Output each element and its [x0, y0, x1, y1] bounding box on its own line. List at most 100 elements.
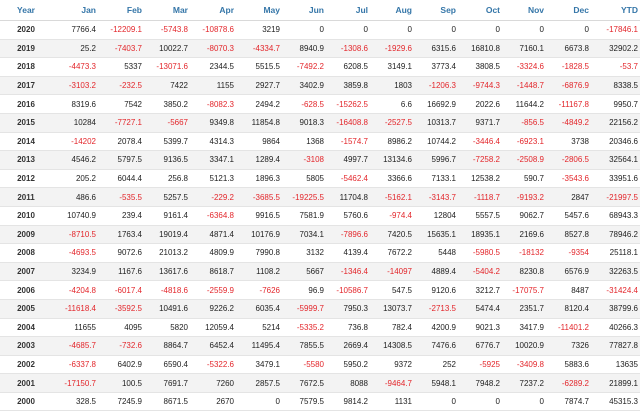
value-cell: 10022.7	[144, 39, 190, 59]
value-cell: -11167.8	[546, 94, 591, 114]
value-cell: 5557.5	[458, 206, 502, 226]
value-cell: 12538.2	[458, 169, 502, 189]
value-cell: 5457.6	[546, 206, 591, 226]
value-cell: 9814.2	[326, 392, 370, 412]
year-cell: 2001	[0, 373, 52, 393]
value-cell: 18935.1	[458, 225, 502, 245]
value-cell: 7160.1	[502, 39, 546, 59]
value-cell: 328.5	[52, 392, 98, 412]
value-cell: 9018.3	[282, 113, 326, 133]
value-cell: 7855.5	[282, 336, 326, 356]
value-cell: 9372	[370, 355, 414, 375]
value-cell: -3685.5	[236, 187, 282, 207]
column-header-jul[interactable]: Jul	[326, 0, 370, 21]
value-cell: 0	[414, 392, 458, 412]
value-cell: 25118.1	[591, 243, 640, 263]
column-header-feb[interactable]: Feb	[98, 0, 144, 21]
value-cell: -7403.7	[98, 39, 144, 59]
value-cell: -5925	[458, 355, 502, 375]
value-cell: -5462.4	[326, 169, 370, 189]
column-header-oct[interactable]: Oct	[458, 0, 502, 21]
value-cell: -21997.5	[591, 187, 640, 207]
value-cell: -5322.6	[190, 355, 236, 375]
table-row: 2009 -8710.5 1763.4 19019.4 4871.4 10176.9 703…	[0, 225, 640, 245]
value-cell: 9349.8	[190, 113, 236, 133]
column-header-may[interactable]: May	[236, 0, 282, 21]
value-cell: 13617.6	[144, 262, 190, 282]
column-header-year[interactable]: Year	[0, 0, 52, 21]
value-cell: 0	[502, 392, 546, 412]
value-cell: -1448.7	[502, 76, 546, 96]
value-cell: 5257.5	[144, 187, 190, 207]
value-cell: 33951.6	[591, 169, 640, 189]
table-row: 2015 10284 -7727.1 -5667 9349.8 11854.8 9018.3…	[0, 113, 640, 133]
value-cell: 9136.5	[144, 150, 190, 170]
value-cell: -2713.5	[414, 299, 458, 319]
value-cell: 9161.4	[144, 206, 190, 226]
table-row: 2007 3234.9 1167.6 13617.6 8618.7 1108.2 5667-…	[0, 262, 640, 282]
value-cell: 21899.1	[591, 373, 640, 393]
value-cell: -6876.9	[546, 76, 591, 96]
value-cell: 7766.4	[52, 20, 98, 40]
value-cell: 7581.9	[282, 206, 326, 226]
value-cell: 6776.7	[458, 336, 502, 356]
value-cell: 256.8	[144, 169, 190, 189]
value-cell: 13073.7	[370, 299, 414, 319]
column-header-jan[interactable]: Jan	[52, 0, 98, 21]
value-cell: 38799.6	[591, 299, 640, 319]
column-header-dec[interactable]: Dec	[546, 0, 591, 21]
value-cell: 9021.3	[458, 318, 502, 338]
column-header-mar[interactable]: Mar	[144, 0, 190, 21]
value-cell: 4889.4	[414, 262, 458, 282]
value-cell: -16408.8	[326, 113, 370, 133]
value-cell: 6452.4	[190, 336, 236, 356]
value-cell: -17846.1	[591, 20, 640, 40]
value-cell: -10878.6	[190, 20, 236, 40]
table-header: Year Jan Feb Mar Apr May Jun Jul Aug Sep Oct Nov Dec…	[0, 0, 640, 21]
value-cell: 5950.2	[326, 355, 370, 375]
value-cell: 252	[414, 355, 458, 375]
column-header-nov[interactable]: Nov	[502, 0, 546, 21]
value-cell: -14097	[370, 262, 414, 282]
value-cell: 45315.3	[591, 392, 640, 412]
value-cell: 21013.2	[144, 243, 190, 263]
value-cell: 3738	[546, 132, 591, 152]
table-row: 2020 7766.4 -12209.1 -5743.8 -10878.6 3219 0 0 0…	[0, 20, 640, 40]
column-header-aug[interactable]: Aug	[370, 0, 414, 21]
value-cell: -53.7	[591, 57, 640, 77]
value-cell: -9744.3	[458, 76, 502, 96]
value-cell: 7133.1	[414, 169, 458, 189]
value-cell: -8070.3	[190, 39, 236, 59]
value-cell: 0	[236, 392, 282, 412]
value-cell: 8120.4	[546, 299, 591, 319]
column-header-ytd[interactable]: YTD	[591, 0, 640, 21]
value-cell: -4849.2	[546, 113, 591, 133]
value-cell: 5948.1	[414, 373, 458, 393]
column-header-jun[interactable]: Jun	[282, 0, 326, 21]
value-cell: -5580	[282, 355, 326, 375]
column-header-apr[interactable]: Apr	[190, 0, 236, 21]
value-cell: 22156.2	[591, 113, 640, 133]
value-cell: 10284	[52, 113, 98, 133]
value-cell: 0	[326, 20, 370, 40]
table-row: 2000 328.5 7245.9 8671.5 2670 0 7579.5 9814.2 11…	[0, 392, 640, 412]
value-cell: 8618.7	[190, 262, 236, 282]
year-cell: 2018	[0, 57, 52, 77]
value-cell: 11495.4	[236, 336, 282, 356]
value-cell: -6289.2	[546, 373, 591, 393]
value-cell: 9226.2	[190, 299, 236, 319]
value-cell: -5404.2	[458, 262, 502, 282]
column-header-sep[interactable]: Sep	[414, 0, 458, 21]
value-cell: 6208.5	[326, 57, 370, 77]
value-cell: 1763.4	[98, 225, 144, 245]
value-cell: -1308.6	[326, 39, 370, 59]
value-cell: 5760.6	[326, 206, 370, 226]
value-cell: 7691.7	[144, 373, 190, 393]
value-cell: 5805	[282, 169, 326, 189]
value-cell: -19225.5	[282, 187, 326, 207]
value-cell: 5399.7	[144, 132, 190, 152]
value-cell: -1574.7	[326, 132, 370, 152]
value-cell: -4693.5	[52, 243, 98, 263]
value-cell: 4200.9	[414, 318, 458, 338]
value-cell: 8864.7	[144, 336, 190, 356]
